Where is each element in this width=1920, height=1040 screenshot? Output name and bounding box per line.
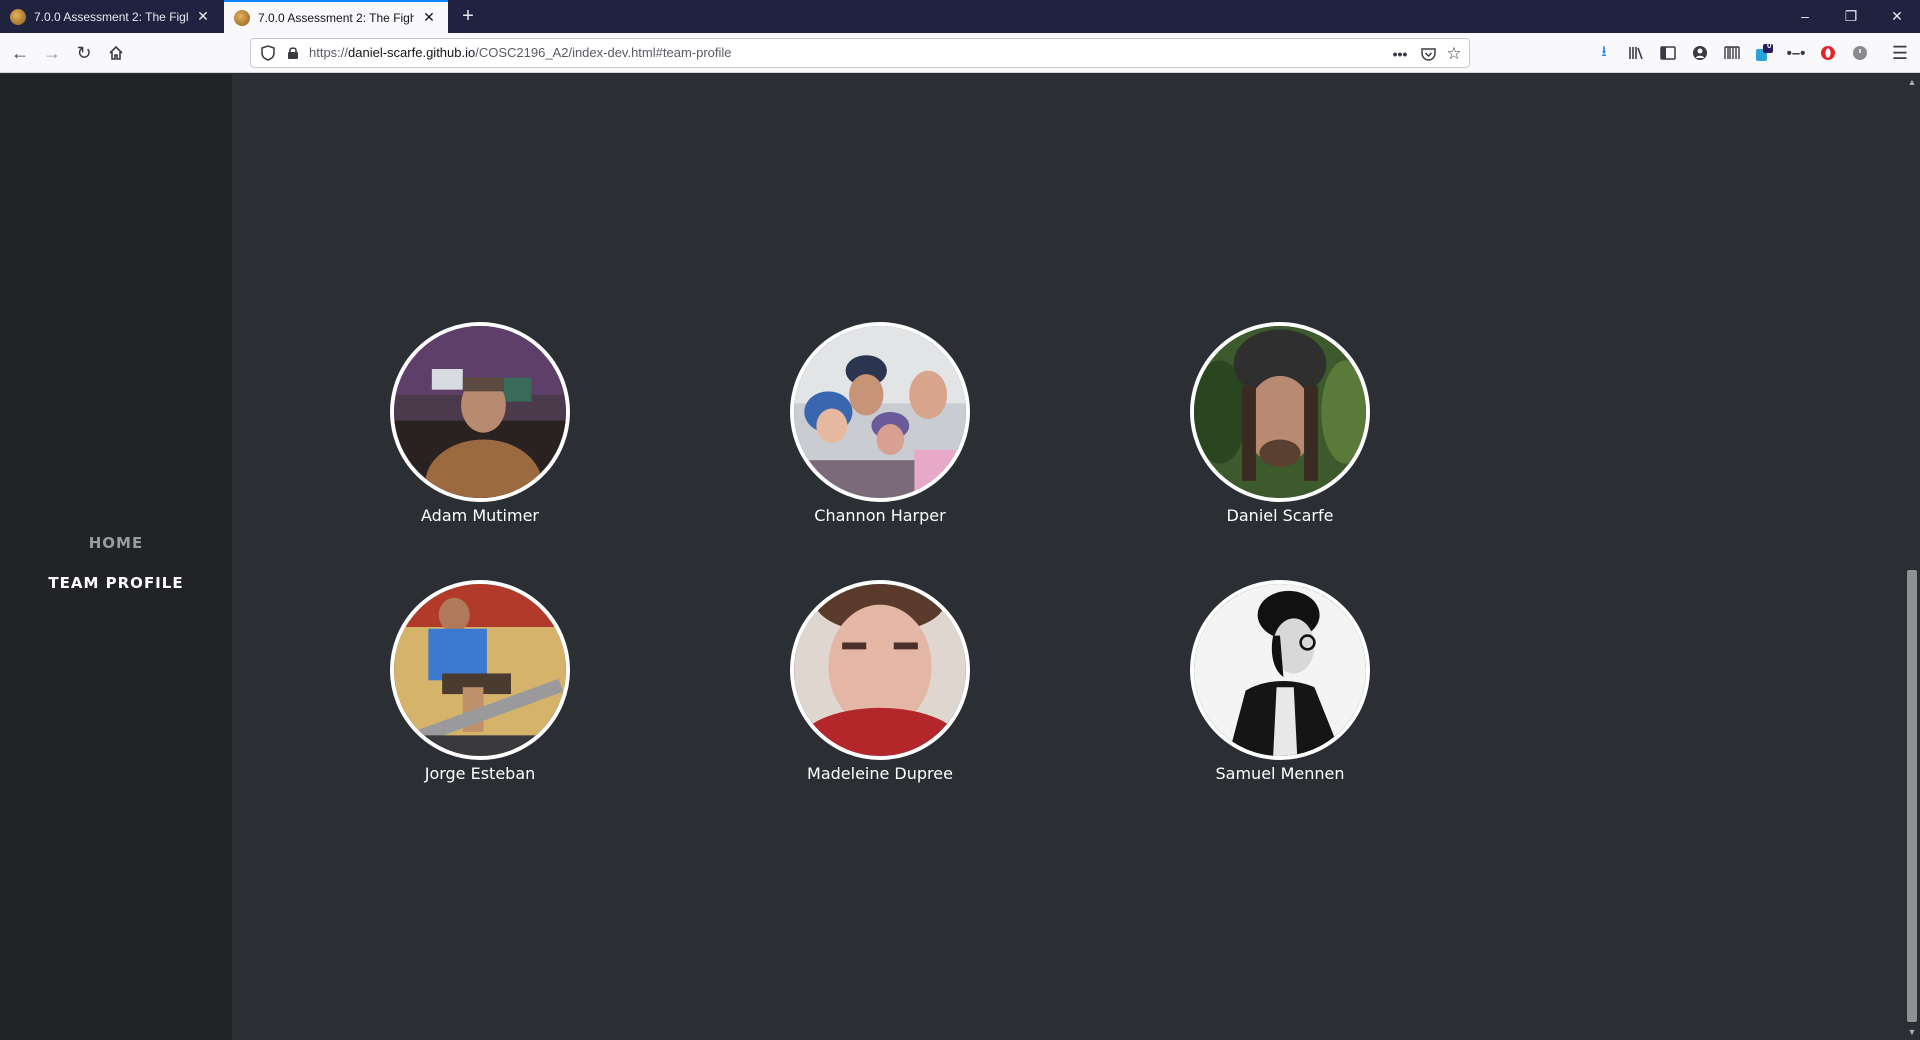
team-profile-section: Adam Mutimer Channon Harper Daniel Scarf… — [232, 74, 1904, 1040]
lock-icon[interactable] — [287, 46, 299, 60]
profile-photo-madeleine[interactable] — [790, 580, 970, 760]
tab-title: 7.0.0 Assessment 2: The Fightin — [34, 9, 188, 24]
team-member-card[interactable]: Channon Harper — [770, 322, 990, 525]
team-member-name: Jorge Esteban — [424, 764, 536, 783]
nav-link-home[interactable]: HOME — [0, 534, 232, 552]
team-member-card[interactable]: Daniel Scarfe — [1170, 322, 1390, 525]
extension-dots-icon[interactable]: •–• — [1782, 39, 1810, 67]
team-member-card[interactable]: Samuel Mennen — [1170, 580, 1390, 783]
team-member-name: Madeleine Dupree — [807, 764, 953, 783]
account-icon[interactable] — [1686, 39, 1714, 67]
hamburger-menu-icon[interactable]: ☰ — [1886, 39, 1914, 67]
address-bar[interactable]: https://daniel-scarfe.github.io/COSC2196… — [250, 38, 1470, 68]
scroll-up-arrow-icon[interactable]: ▲ — [1904, 74, 1920, 90]
bookmark-star-icon[interactable]: ☆ — [1443, 43, 1465, 65]
url-path: /COSC2196_A2/index-dev.html#team-profile — [475, 45, 732, 60]
home-icon[interactable] — [102, 39, 130, 67]
extension-power-icon[interactable] — [1846, 39, 1874, 67]
tab-title: 7.0.0 Assessment 2: The Fightin — [258, 10, 414, 25]
team-member-card[interactable]: Jorge Esteban — [370, 580, 590, 783]
profile-photo-jorge[interactable] — [390, 580, 570, 760]
team-member-card[interactable]: Adam Mutimer — [370, 322, 590, 525]
window-close-icon[interactable]: ✕ — [1874, 0, 1920, 33]
team-member-name: Channon Harper — [814, 506, 946, 525]
site-favicon-icon — [234, 9, 250, 26]
team-member-name: Daniel Scarfe — [1226, 506, 1334, 525]
extension-barcode-icon[interactable] — [1718, 39, 1746, 67]
reload-icon[interactable]: ↻ — [70, 39, 98, 67]
nav-link-team-profile[interactable]: TEAM PROFILE — [0, 574, 232, 592]
url-scheme: https:// — [309, 45, 349, 60]
extension-badge-count: 0 — [1767, 41, 1772, 50]
back-arrow-icon[interactable]: ← — [6, 39, 34, 67]
close-tab-icon[interactable]: ✕ — [420, 9, 438, 26]
profile-photo-adam[interactable] — [390, 322, 570, 502]
site-sidebar: HOME TEAM PROFILE — [0, 74, 232, 1040]
opera-vpn-icon[interactable] — [1814, 39, 1842, 67]
sidebar-toggle-icon[interactable] — [1654, 39, 1682, 67]
profile-photo-samuel[interactable] — [1190, 580, 1370, 760]
scroll-thumb[interactable] — [1907, 570, 1917, 1022]
team-member-name: Samuel Mennen — [1215, 764, 1345, 783]
browser-tab-1[interactable]: 7.0.0 Assessment 2: The Fightin ✕ — [0, 0, 222, 33]
profile-photo-daniel[interactable] — [1190, 322, 1370, 502]
team-member-card[interactable]: Madeleine Dupree — [770, 580, 990, 783]
page-scrollbar[interactable]: ▲ ▼ — [1904, 74, 1920, 1040]
profile-photo-channon[interactable] — [790, 322, 970, 502]
restore-icon[interactable]: ❐ — [1828, 0, 1874, 33]
scroll-down-arrow-icon[interactable]: ▼ — [1904, 1024, 1920, 1040]
team-member-name: Adam Mutimer — [421, 506, 539, 525]
new-tab-plus-icon[interactable]: + — [456, 4, 480, 28]
pocket-icon[interactable] — [1417, 43, 1439, 65]
tracking-shield-icon[interactable] — [261, 45, 275, 61]
url-text[interactable]: https://daniel-scarfe.github.io/COSC2196… — [309, 39, 732, 67]
downloads-icon[interactable]: ⭳ — [1590, 39, 1618, 67]
site-favicon-icon — [10, 8, 26, 25]
browser-tab-2[interactable]: 7.0.0 Assessment 2: The Fightin ✕ — [224, 0, 448, 33]
library-icon[interactable] — [1622, 39, 1650, 67]
title-bar: 7.0.0 Assessment 2: The Fightin ✕ 7.0.0 … — [0, 0, 1920, 33]
close-tab-icon[interactable]: ✕ — [194, 8, 212, 25]
extension-badge-icon[interactable]: 0 — [1750, 39, 1778, 67]
forward-arrow-icon[interactable]: → — [38, 39, 66, 67]
url-host: daniel-scarfe.github.io — [348, 45, 476, 60]
minimize-icon[interactable]: – — [1782, 0, 1828, 33]
navigation-toolbar: ← → ↻ https://daniel-scarfe.github.io/CO… — [0, 33, 1920, 73]
page-actions-menu-icon[interactable]: ••• — [1389, 43, 1411, 65]
